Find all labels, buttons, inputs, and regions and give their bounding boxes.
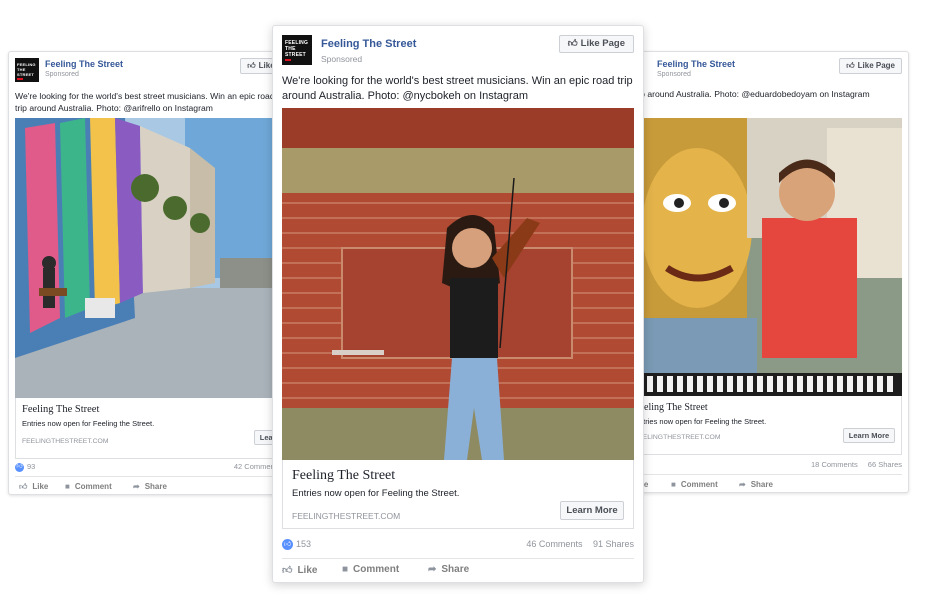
thumbs-up-icon: 👍︎ (282, 565, 293, 576)
like-count[interactable]: 👍︎ 153 (282, 539, 312, 551)
comment-action-button[interactable]: ■ Comment (342, 564, 399, 575)
link-domain: FEELINGTHESTREET.COM (292, 511, 401, 521)
like-page-button[interactable]: 👍︎Like Page (839, 58, 902, 74)
share-count[interactable]: 66 Shares (868, 460, 902, 469)
page-logo[interactable]: FEELING THE STREET (15, 58, 39, 82)
share-label: Share (750, 480, 773, 489)
ad-photo-street-guitarist[interactable] (15, 118, 299, 398)
mural-photo-graphic (627, 118, 902, 396)
learn-more-button[interactable]: Learn More (843, 428, 895, 443)
logo-word: STREET (17, 72, 34, 77)
brick-wall-photo-graphic (282, 108, 634, 460)
page-name-link[interactable]: Feeling The Street (45, 59, 123, 69)
ad-photo-keyboard-player[interactable] (627, 118, 902, 396)
logo-bar (17, 78, 23, 80)
comment-label: Comment (680, 480, 718, 489)
ad-card-left: FEELING THE STREET Feeling The Street Sp… (8, 51, 300, 495)
post-text: We're looking for the world's best stree… (282, 75, 633, 102)
link-description: Entries now open for Feeling the Street. (634, 417, 767, 426)
share-label: Share (441, 564, 470, 575)
sponsored-label: Sponsored (321, 54, 363, 64)
logo-word: STREET (285, 52, 306, 58)
ad-card-center: FEELING THE STREET Feeling The Street Sp… (272, 25, 644, 583)
link-description: Entries now open for Feeling the Street. (22, 419, 155, 428)
post-text: We're looking for the world's best stree… (15, 90, 299, 114)
learn-more-button[interactable]: Learn More (560, 501, 624, 520)
page-name-link[interactable]: Feeling The Street (321, 38, 416, 50)
divider (282, 558, 634, 559)
thumbs-up-icon: 👍︎ (19, 482, 28, 491)
comment-count[interactable]: 18 Comments (811, 460, 858, 469)
like-page-label: Like Page (857, 61, 895, 70)
like-page-button[interactable]: 👍︎Like Page (558, 35, 634, 53)
post-text: We're looking for the world's best stree… (621, 88, 896, 100)
link-title: Feeling The Street (22, 404, 100, 415)
engagement-stats: 18 Comments 66 Shares (627, 460, 902, 472)
share-arrow-icon: ➦ (428, 564, 437, 575)
ad-photo-violinist[interactable] (282, 108, 634, 460)
comment-action-button[interactable]: ■ Comment (671, 480, 718, 489)
link-title: Feeling The Street (292, 468, 396, 483)
thumbs-up-icon: 👍︎ (247, 61, 256, 70)
action-bar: 👍︎Like ■Comment ➦Share (621, 480, 902, 492)
like-count-value: 153 (296, 539, 312, 549)
post-header: FEELING THE STREET Feeling The Street Sp… (282, 35, 634, 69)
logo-bar (285, 59, 291, 61)
comment-count[interactable]: 46 Comments (526, 539, 582, 549)
thumbs-up-icon: 👍︎ (567, 38, 578, 49)
link-domain: FEELINGTHESTREET.COM (22, 438, 109, 445)
post-text-body: We're looking for the world's best stree… (15, 91, 275, 113)
engagement-stats: 👍︎ 153 46 Comments 91 Shares (282, 539, 634, 553)
like-action-button[interactable]: 👍︎ Like (282, 564, 317, 576)
comment-icon: ■ (342, 564, 349, 575)
like-page-label: Like Page (580, 38, 625, 49)
sponsored-label: Sponsored (657, 71, 691, 78)
comment-icon: ■ (65, 482, 70, 491)
share-arrow-icon: ➦ (739, 480, 746, 489)
thumbs-up-icon: 👍︎ (846, 61, 855, 70)
share-action-button[interactable]: ➦ Share (133, 482, 167, 491)
like-reaction-icon: 👍︎ (15, 462, 24, 472)
share-count[interactable]: 91 Shares (593, 539, 634, 549)
ad-card-right: FEELING THE STREET Feeling The Street Sp… (620, 51, 909, 493)
link-preview[interactable]: Feeling The Street Entries now open for … (282, 460, 634, 529)
comment-label: Comment (353, 564, 400, 575)
action-bar: 👍︎ Like ■ Comment ➦ Share (15, 482, 293, 494)
link-title: Feeling The Street (634, 402, 708, 413)
like-count-value: 93 (27, 462, 36, 471)
share-label: Share (144, 482, 167, 491)
page-name-link[interactable]: Feeling The Street (657, 59, 735, 69)
share-arrow-icon: ➦ (133, 482, 140, 491)
comment-action-button[interactable]: ■ Comment (65, 482, 112, 491)
divider (15, 476, 293, 477)
page-logo[interactable]: FEELING THE STREET (282, 35, 312, 65)
post-header: FEELING THE STREET Feeling The Street Sp… (15, 58, 299, 88)
post-header: FEELING THE STREET Feeling The Street Sp… (621, 58, 902, 88)
divider (627, 474, 902, 475)
share-action-button[interactable]: ➦ Share (739, 480, 773, 489)
comment-icon: ■ (671, 480, 676, 489)
action-bar: 👍︎ Like ■ Comment ➦ Share (282, 564, 634, 578)
like-count[interactable]: 👍︎ 93 (15, 462, 35, 472)
link-domain: FEELINGTHESTREET.COM (634, 434, 721, 441)
link-preview[interactable]: Feeling The Street Entries now open for … (627, 396, 902, 455)
share-action-button[interactable]: ➦ Share (428, 564, 469, 575)
like-reaction-icon: 👍︎ (282, 539, 293, 551)
engagement-stats: 👍︎93 42 Comments 76 (15, 462, 299, 474)
comment-label: Comment (74, 482, 112, 491)
like-action-button[interactable]: 👍︎ Like (19, 482, 48, 492)
link-preview[interactable]: Feeling The Street Entries now open for … (15, 398, 299, 459)
like-label: Like (32, 482, 49, 491)
street-photo-graphic (15, 118, 299, 398)
link-description: Entries now open for Feeling the Street. (292, 488, 460, 499)
like-label: Like (297, 565, 318, 576)
sponsored-label: Sponsored (45, 71, 79, 78)
post-text-body: We're looking for the world's best stree… (621, 89, 870, 99)
